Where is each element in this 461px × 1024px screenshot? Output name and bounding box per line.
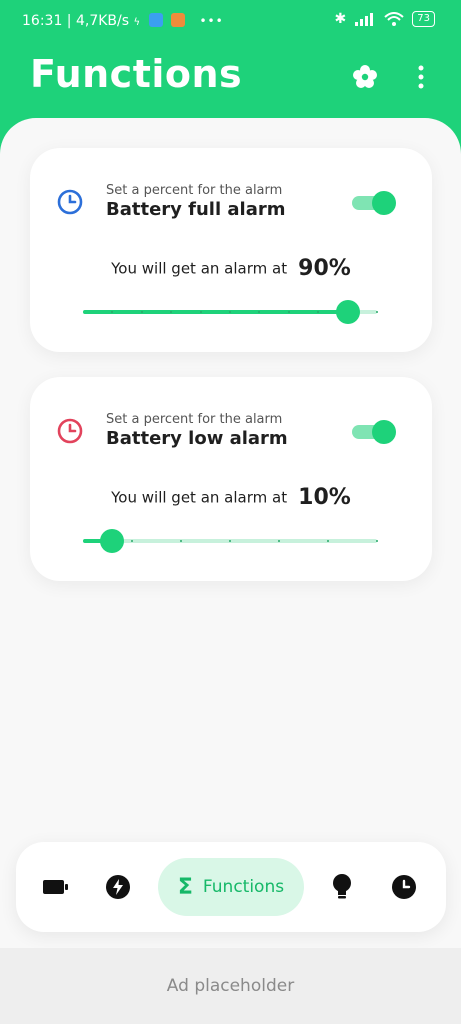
- card-title: Battery full alarm: [106, 199, 286, 220]
- wifi-icon: [384, 12, 404, 26]
- slider-tick: [287, 311, 290, 313]
- bottom-navigation: Σ Functions: [16, 842, 446, 932]
- slider-tick: [278, 540, 280, 542]
- more-notifications-icon: •••: [199, 14, 224, 28]
- clock-icon: [392, 875, 416, 899]
- slider-thumb[interactable]: [335, 300, 360, 324]
- nav-history-tab[interactable]: [390, 873, 418, 901]
- battery-low-toggle[interactable]: [352, 420, 396, 444]
- status-bar: 16:31 | 4,7KB/s ϟ ••• ✱ 73: [0, 0, 461, 44]
- nav-tips-tab[interactable]: [328, 873, 356, 901]
- slider-thumb[interactable]: [100, 529, 125, 553]
- network-speed: 4,7KB/s: [75, 13, 130, 29]
- battery-full-alarm-card: Set a percent for the alarm Battery full…: [30, 148, 432, 352]
- card-subtitle: Set a percent for the alarm: [106, 412, 283, 427]
- battery-full-slider[interactable]: [83, 298, 378, 326]
- twitter-notification-icon: [148, 13, 163, 27]
- alarm-percent: 10%: [298, 485, 351, 510]
- card-subtitle: Set a percent for the alarm: [106, 183, 283, 198]
- slider-tick: [327, 540, 329, 542]
- clock-icon: [57, 189, 83, 215]
- app-notification-icon: [171, 13, 186, 27]
- card-title: Battery low alarm: [106, 428, 288, 449]
- bluetooth-icon: ✱: [334, 11, 347, 27]
- nav-battery-tab[interactable]: [42, 873, 70, 901]
- sigma-icon: Σ: [177, 874, 193, 900]
- more-vertical-icon[interactable]: [406, 62, 436, 92]
- status-time: 16:31: [22, 13, 63, 29]
- battery-low-slider[interactable]: [83, 527, 378, 555]
- nav-charging-tab[interactable]: [104, 873, 132, 901]
- clock-icon: [57, 418, 83, 444]
- slider-tick: [180, 540, 182, 542]
- bulb-icon: [333, 874, 351, 899]
- tab-functions[interactable]: Σ Functions: [158, 858, 304, 916]
- slider-tick: [376, 311, 378, 313]
- signal-icon: [355, 13, 374, 26]
- tab-functions-label: Functions: [202, 877, 285, 897]
- battery-status-icon: 73: [412, 11, 435, 27]
- alarm-text: You will get an alarm at: [111, 488, 288, 507]
- alarm-percent: 90%: [298, 256, 351, 281]
- slider-tick: [229, 311, 231, 313]
- ad-banner: Ad placeholder: [0, 948, 461, 1024]
- slider-tick: [376, 540, 378, 542]
- slider-tick: [199, 311, 202, 313]
- alarm-text: You will get an alarm at: [111, 259, 288, 278]
- page-title: Functions: [30, 52, 243, 96]
- slider-fill: [83, 310, 348, 314]
- battery-full-toggle[interactable]: [352, 191, 396, 215]
- bolt-small-icon: ϟ: [133, 17, 141, 28]
- slider-tick: [140, 311, 143, 313]
- bolt-icon: [106, 875, 130, 899]
- settings-icon[interactable]: [350, 62, 380, 92]
- battery-low-alarm-card: Set a percent for the alarm Battery low …: [30, 377, 432, 581]
- battery-icon: [43, 880, 68, 894]
- slider-tick: [131, 540, 133, 542]
- slider-tick: [229, 540, 231, 542]
